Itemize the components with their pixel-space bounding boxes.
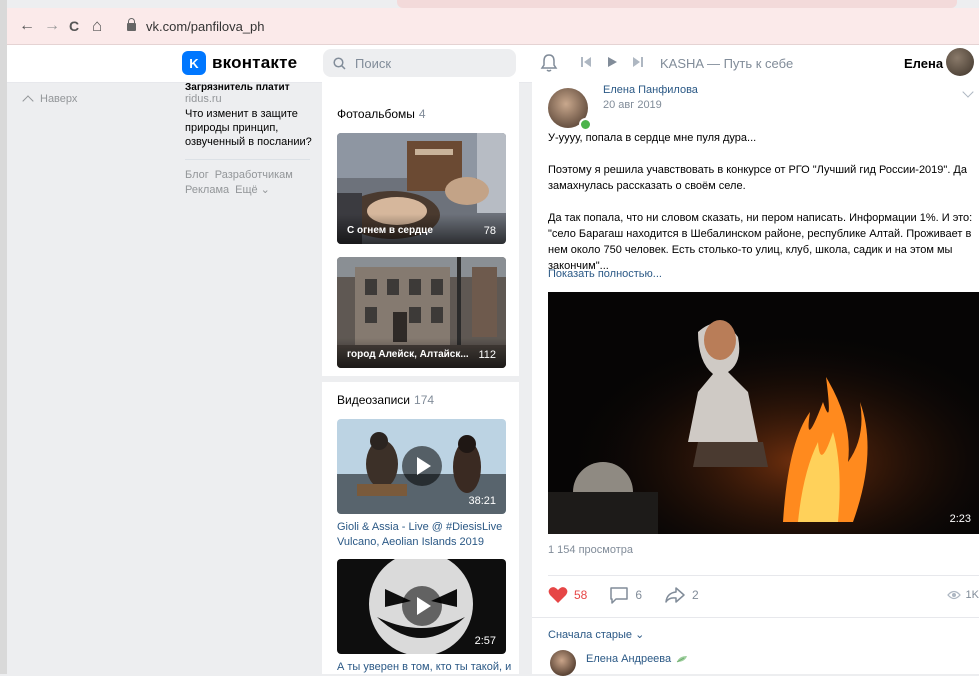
search-input[interactable]	[353, 54, 507, 72]
footer-links: Блог Разработчикам Реклама Ещё ⌄	[185, 168, 299, 198]
post-paragraph: У-уууу, попала в сердце мне пуля дура...	[548, 132, 757, 144]
comment-button[interactable]: 6	[609, 586, 642, 604]
video-views: 1 154 просмотра	[548, 544, 633, 556]
videos-header[interactable]: Видеозаписи 174	[337, 393, 434, 407]
home-button[interactable]: ⌂	[92, 17, 102, 34]
video-title[interactable]: А ты уверен в том, кто ты такой, и	[337, 660, 512, 675]
album-thumbnail[interactable]: С огнем в сердце 78	[337, 133, 506, 244]
album-name: город Алейск, Алтайск...	[347, 349, 469, 360]
search-box[interactable]	[323, 49, 516, 77]
post-actions: 58 6 2 1K	[548, 585, 979, 605]
comment-count: 6	[635, 588, 643, 602]
chevron-up-icon	[22, 95, 34, 107]
post-paragraph: Поэтому я решила учавствовать в конкурсе…	[548, 164, 967, 192]
video-frame-image	[548, 292, 979, 534]
vk-logo[interactable]: K вконтакте	[182, 51, 297, 75]
album-photo-count: 78	[483, 225, 496, 237]
divider	[532, 617, 979, 618]
play-icon[interactable]	[606, 56, 618, 68]
footer-link-developers[interactable]: Разработчикам	[215, 169, 293, 181]
albums-header[interactable]: Фотоальбомы 4	[337, 107, 426, 121]
video-duration: 38:21	[468, 495, 496, 507]
user-name[interactable]: Елена	[904, 56, 943, 71]
video-duration: 2:57	[474, 635, 496, 647]
wall-post: Елена Панфилова 20 авг 2019 У-уууу, попа…	[532, 82, 979, 676]
video-title[interactable]: Gioli & Assia - Live @ #DiesisLive Vulca…	[337, 520, 512, 550]
leaf-icon	[676, 656, 688, 663]
next-track-icon[interactable]	[632, 56, 644, 68]
vk-logo-icon: K	[182, 51, 206, 75]
track-title[interactable]: KASHA — Путь к себе	[660, 56, 793, 71]
footer-link-ads[interactable]: Реклама	[185, 184, 229, 196]
audio-player	[580, 56, 644, 68]
share-icon	[665, 587, 685, 603]
divider	[185, 159, 310, 160]
post-author[interactable]: Елена Панфилова	[603, 84, 698, 96]
video-duration: 2:23	[949, 513, 971, 525]
ad-text[interactable]: Что изменит в защите природы принцип, оз…	[185, 107, 313, 149]
tab-strip	[397, 0, 957, 8]
vk-logo-text: вконтакте	[212, 53, 298, 72]
user-avatar[interactable]	[946, 48, 974, 76]
post-text: У-уууу, попала в сердце мне пуля дура...…	[548, 130, 976, 290]
search-icon	[333, 56, 346, 70]
videos-card: Видеозаписи 174 38:21 Gioli & Assia - Liv…	[322, 382, 519, 674]
profile-side-column: Фотоальбомы 4 С огнем в сердце 78 город …	[322, 82, 519, 674]
post-views: 1K	[946, 589, 979, 601]
browser-toolbar: ← → C ⌂ vk.com/panfilova_ph	[7, 0, 979, 45]
comment-author-name: Елена Андреева	[586, 653, 672, 665]
bell-icon[interactable]	[540, 53, 558, 73]
albums-count: 4	[418, 107, 426, 121]
url-text: vk.com/panfilova_ph	[146, 18, 265, 34]
divider	[548, 575, 979, 576]
like-count: 58	[574, 588, 588, 602]
show-more-link[interactable]: Показать полностью...	[548, 268, 662, 280]
videos-title: Видеозаписи	[337, 393, 411, 407]
comment-icon	[610, 587, 629, 604]
album-name: С огнем в сердце	[347, 225, 433, 236]
albums-title: Фотоальбомы	[337, 107, 415, 121]
heart-icon	[548, 587, 568, 603]
eye-icon	[946, 590, 961, 600]
chevron-down-icon[interactable]	[962, 86, 974, 98]
post-view-count: 1K	[965, 589, 979, 601]
lock-icon	[127, 18, 136, 31]
scroll-up-link[interactable]: Наверх	[22, 93, 78, 107]
album-thumbnail[interactable]: город Алейск, Алтайск... 112	[337, 257, 506, 368]
post-date[interactable]: 20 авг 2019	[603, 99, 662, 111]
window-frame	[0, 0, 7, 674]
album-photo-count: 112	[478, 349, 496, 361]
forward-button[interactable]: →	[44, 18, 60, 34]
footer-link-blog[interactable]: Блог	[185, 169, 209, 181]
post-video[interactable]: 2:23	[548, 292, 979, 534]
post-paragraph: Да так попала, что ни словом сказать, ни…	[548, 212, 973, 272]
previous-track-icon[interactable]	[580, 56, 592, 68]
ad-block[interactable]: Загрязнитель платит ridus.ru Что изменит…	[185, 82, 313, 160]
share-count: 2	[692, 588, 699, 602]
ad-source[interactable]: ridus.ru	[185, 93, 313, 105]
back-button[interactable]: ←	[19, 18, 35, 34]
scroll-up-label: Наверх	[40, 93, 78, 105]
video-thumbnail[interactable]: 2:57	[337, 559, 506, 654]
play-button[interactable]	[402, 586, 442, 626]
comment-author-avatar[interactable]	[550, 650, 576, 676]
address-bar[interactable]: vk.com/panfilova_ph	[127, 13, 687, 39]
comments-sort-dropdown[interactable]: Сначала старые ⌄	[548, 628, 644, 641]
share-button[interactable]: 2	[664, 586, 699, 604]
footer-link-more[interactable]: Ещё ⌄	[235, 184, 270, 196]
reload-button[interactable]: C	[69, 18, 79, 34]
videos-count: 174	[414, 393, 435, 407]
albums-card: Фотоальбомы 4 С огнем в сердце 78 город …	[322, 82, 519, 376]
ad-title[interactable]: Загрязнитель платит	[185, 82, 313, 92]
vk-header: K вконтакте KASHA — Путь к себе Елена	[7, 45, 979, 83]
play-button[interactable]	[402, 446, 442, 486]
comment-author[interactable]: Елена Андреева	[586, 653, 688, 665]
like-button[interactable]: 58	[548, 586, 587, 604]
video-thumbnail[interactable]: 38:21	[337, 419, 506, 514]
